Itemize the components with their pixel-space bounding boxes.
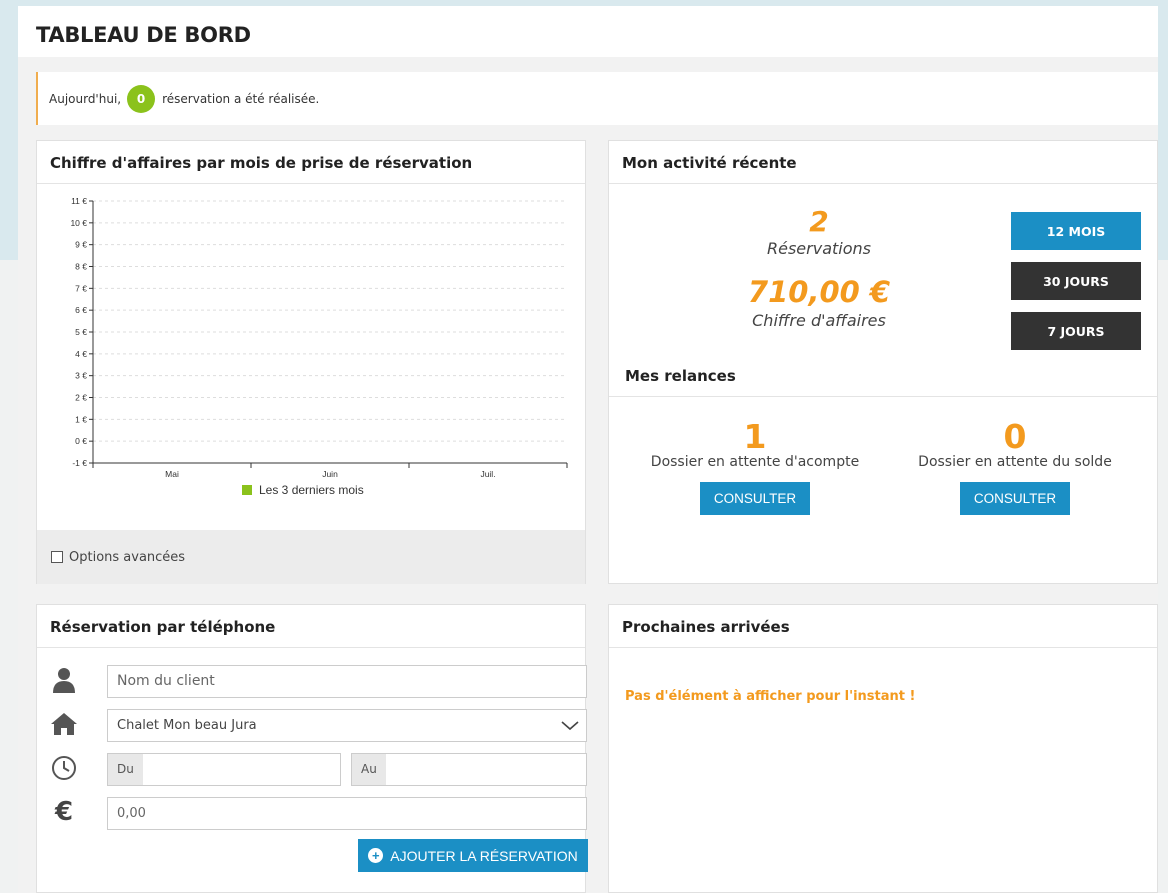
legend-swatch [242, 485, 252, 495]
advanced-options[interactable]: Options avancées [37, 530, 585, 584]
y-tick-label: 9 € [75, 240, 87, 250]
reminder-balance-count: 0 [1003, 417, 1027, 456]
client-name-input[interactable]: Nom du client [107, 665, 587, 698]
range-12-months-button[interactable]: 12 MOIS [1011, 212, 1141, 250]
page-title: TABLEAU DE BORD [18, 6, 1158, 57]
alert-suffix: réservation a été réalisée. [162, 91, 320, 106]
property-select[interactable]: Chalet Mon beau Jura [107, 709, 587, 742]
y-tick-label: 1 € [75, 414, 87, 424]
clock-icon [49, 753, 79, 783]
y-tick-label: 2 € [75, 393, 87, 403]
today-alert: Aujourd'hui, 0 réservation a été réalisé… [36, 72, 1158, 125]
amount-input[interactable]: 0,00 [107, 797, 587, 830]
plus-circle-icon: + [368, 848, 384, 863]
phone-booking-panel: Réservation par téléphone Nom du client … [36, 604, 588, 893]
activity-panel-title: Mon activité récente [609, 141, 1157, 184]
consult-balance-button[interactable]: CONSULTER [960, 482, 1070, 515]
reminder-deposit-count: 1 [743, 417, 767, 456]
revenue-panel-title: Chiffre d'affaires par mois de prise de … [37, 141, 585, 184]
date-from-input[interactable]: Du [107, 753, 341, 786]
reminder-balance: 0 Dossier en attente du solde CONSULTER [899, 417, 1131, 515]
arrivals-title: Prochaines arrivées [609, 605, 1157, 648]
dates-row: Du Au [49, 753, 587, 787]
revenue-value: 710,00 € [747, 275, 891, 309]
y-tick-label: -1 € [72, 458, 87, 468]
y-tick-label: 10 € [70, 218, 87, 228]
range-7-days-button[interactable]: 7 JOURS [1011, 312, 1141, 350]
dashboard-page: TABLEAU DE BORD Aujourd'hui, 0 réservati… [18, 6, 1158, 893]
x-tick-label: Mai [165, 469, 179, 479]
date-to-label: Au [352, 754, 386, 785]
y-tick-label: 6 € [75, 305, 87, 315]
consult-deposit-button[interactable]: CONSULTER [700, 482, 810, 515]
y-tick-label: 0 € [75, 436, 87, 446]
advanced-options-label: Options avancées [69, 549, 186, 565]
reservation-count-badge: 0 [127, 84, 156, 113]
arrivals-panel: Prochaines arrivées Pas d'élément à affi… [608, 604, 1158, 893]
property-selected-value: Chalet Mon beau Jura [117, 718, 257, 733]
range-30-days-button[interactable]: 30 JOURS [1011, 262, 1141, 300]
y-tick-label: 3 € [75, 371, 87, 381]
reservations-label: Réservations [767, 239, 871, 258]
y-tick-label: 11 € [71, 196, 87, 206]
alert-prefix: Aujourd'hui, [49, 91, 122, 106]
reminder-deposit-label: Dossier en attente d'acompte [650, 454, 860, 470]
user-icon [49, 665, 79, 695]
add-reservation-button[interactable]: + AJOUTER LA RÉSERVATION [358, 839, 588, 872]
x-tick-label: Juin [322, 469, 338, 479]
reservations-value: 2 [809, 205, 829, 238]
reminder-deposit: 1 Dossier en attente d'acompte CONSULTER [639, 417, 871, 515]
activity-panel: Mon activité récente 2 Réservations 710,… [608, 140, 1158, 584]
property-row: Chalet Mon beau Jura [49, 709, 587, 743]
add-reservation-label: AJOUTER LA RÉSERVATION [390, 847, 578, 864]
revenue-label: Chiffre d'affaires [752, 311, 886, 330]
arrivals-empty-message: Pas d'élément à afficher pour l'instant … [625, 689, 916, 704]
advanced-options-checkbox[interactable] [51, 551, 63, 563]
chevron-down-icon [560, 710, 580, 753]
date-to-input[interactable]: Au [351, 753, 587, 786]
revenue-chart: 11 € 10 € 9 € 8 € 7 € 6 € 5 € 4 € 3 € 2 € 1 € 0 € -1… [70, 196, 568, 497]
revenue-panel: Chiffre d'affaires par mois de prise de … [36, 140, 586, 584]
x-tick-label: Juil. [480, 469, 495, 479]
phone-booking-title: Réservation par téléphone [37, 605, 585, 648]
client-row: Nom du client [49, 665, 587, 699]
y-tick-label: 7 € [75, 283, 87, 293]
y-tick-label: 5 € [75, 327, 87, 337]
reminder-balance-label: Dossier en attente du solde [918, 454, 1112, 470]
reminders-title: Mes relances [609, 359, 1157, 397]
y-tick-label: 8 € [75, 262, 87, 272]
date-from-label: Du [108, 754, 143, 785]
home-icon [49, 709, 79, 739]
legend-label: Les 3 derniers mois [259, 483, 364, 497]
euro-icon: € [54, 797, 74, 827]
y-tick-label: 4 € [75, 349, 87, 359]
amount-row: € 0,00 [49, 797, 587, 831]
